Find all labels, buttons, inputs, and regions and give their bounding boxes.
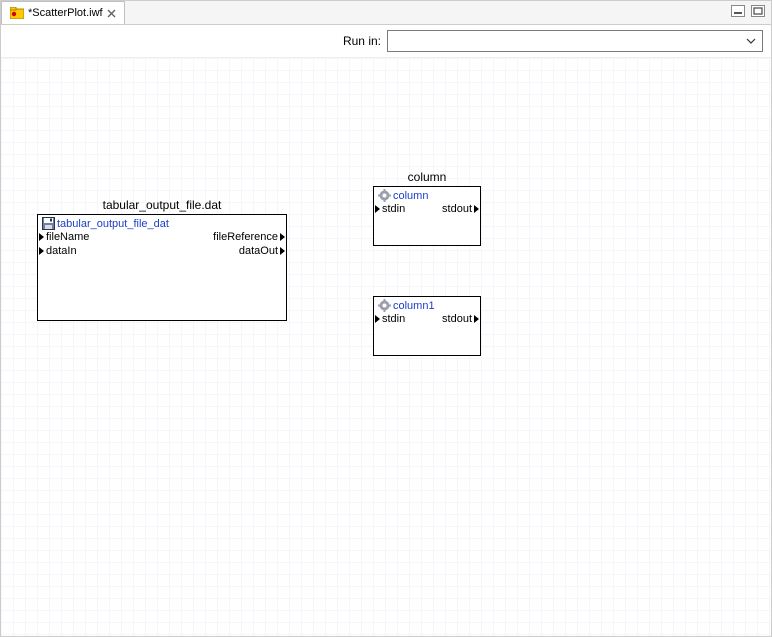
workflow-canvas[interactable]: tabular_output_file.dat tabular_output_f… bbox=[1, 58, 771, 636]
node-column-name: column bbox=[393, 190, 428, 202]
save-icon bbox=[42, 217, 55, 230]
port-col1-stdout[interactable]: stdout bbox=[441, 312, 479, 326]
port-col1-stdin[interactable]: stdin bbox=[375, 312, 406, 326]
node-column1-name: column1 bbox=[393, 300, 435, 312]
node-column-title: column bbox=[373, 170, 481, 184]
maximize-button[interactable] bbox=[751, 5, 765, 17]
run-in-label: Run in: bbox=[343, 34, 381, 48]
chevron-down-icon bbox=[742, 32, 760, 50]
node-column[interactable]: column stdin stdout bbox=[373, 186, 481, 246]
node-tabular-group: tabular_output_file.dat tabular_output_f… bbox=[37, 198, 287, 321]
node-column1[interactable]: column1 stdin stdout bbox=[373, 296, 481, 356]
port-fileName-in[interactable]: fileName bbox=[39, 230, 90, 244]
tab-bar: *ScatterPlot.iwf bbox=[1, 1, 771, 25]
tab-label: *ScatterPlot.iwf bbox=[28, 7, 103, 19]
editor-tab[interactable]: *ScatterPlot.iwf bbox=[1, 1, 125, 24]
gear-icon bbox=[378, 299, 391, 312]
node-tabular[interactable]: tabular_output_file_dat fileName fileRef… bbox=[37, 214, 287, 321]
gear-icon bbox=[378, 189, 391, 202]
port-col0-stdout[interactable]: stdout bbox=[441, 202, 479, 216]
close-icon[interactable] bbox=[107, 9, 116, 18]
node-column-group: column column stdin stdout bbox=[373, 170, 481, 246]
file-icon bbox=[10, 7, 24, 19]
toolbar: Run in: bbox=[1, 25, 771, 57]
window-buttons bbox=[731, 5, 765, 17]
port-dataIn-in[interactable]: dataIn bbox=[39, 244, 78, 258]
node-tabular-title: tabular_output_file.dat bbox=[37, 198, 287, 212]
run-in-dropdown[interactable] bbox=[387, 30, 763, 52]
node-column1-group: column1 stdin stdout bbox=[373, 296, 481, 356]
editor-window: *ScatterPlot.iwf Run in: tabul bbox=[0, 0, 772, 637]
port-col0-stdin[interactable]: stdin bbox=[375, 202, 406, 216]
canvas-wrapper: tabular_output_file.dat tabular_output_f… bbox=[1, 57, 771, 636]
port-dataOut-out[interactable]: dataOut bbox=[238, 244, 285, 258]
node-tabular-name: tabular_output_file_dat bbox=[57, 218, 169, 230]
port-fileReference-out[interactable]: fileReference bbox=[212, 230, 285, 244]
minimize-button[interactable] bbox=[731, 5, 745, 17]
